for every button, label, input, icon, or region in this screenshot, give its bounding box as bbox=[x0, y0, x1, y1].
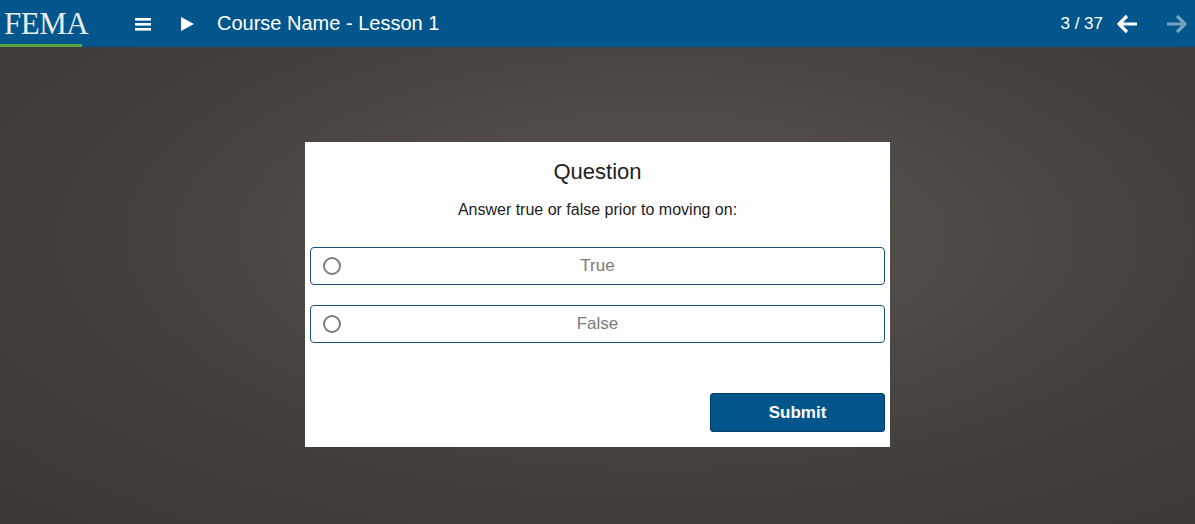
answer-options: True False bbox=[310, 247, 885, 343]
background-photo: Question Answer true or false prior to mo… bbox=[0, 47, 1195, 524]
page-counter: 3 / 37 bbox=[1060, 14, 1103, 34]
submit-button[interactable]: Submit bbox=[710, 393, 885, 432]
course-page: FEMA Course Name - Lesson 1 3 / 37 Question… bbox=[0, 0, 1195, 524]
fema-logo[interactable]: FEMA bbox=[0, 0, 112, 47]
top-bar: FEMA Course Name - Lesson 1 3 / 37 bbox=[0, 0, 1195, 47]
course-title: Course Name - Lesson 1 bbox=[217, 12, 439, 35]
logo-underline bbox=[0, 44, 82, 47]
question-title: Question bbox=[310, 158, 885, 186]
back-arrow-icon[interactable] bbox=[1117, 14, 1139, 34]
radio-button[interactable] bbox=[323, 257, 341, 275]
forward-arrow-icon bbox=[1165, 14, 1187, 34]
answer-option[interactable]: False bbox=[310, 305, 885, 343]
play-icon[interactable] bbox=[179, 16, 195, 32]
menu-icon[interactable] bbox=[134, 16, 152, 32]
radio-button[interactable] bbox=[323, 315, 341, 333]
question-prompt: Answer true or false prior to moving on: bbox=[310, 199, 885, 221]
answer-option[interactable]: True bbox=[310, 247, 885, 285]
question-dialog: Question Answer true or false prior to mo… bbox=[305, 142, 890, 447]
